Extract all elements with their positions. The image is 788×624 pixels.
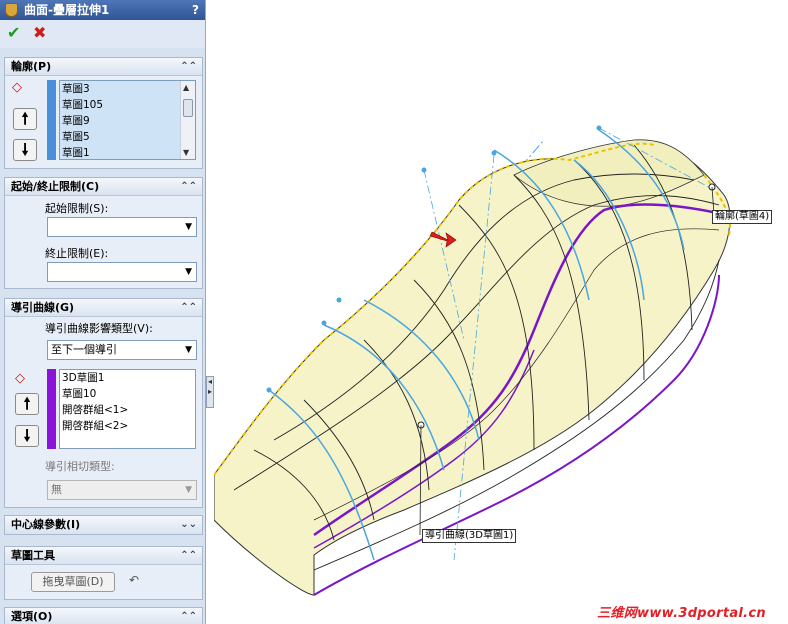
sketch-point [596, 125, 602, 131]
loft-surface [214, 143, 731, 596]
feature-titlebar: 曲面-疊層拉伸1 ? [0, 0, 205, 20]
sketch-point [266, 387, 272, 393]
end-constraint-label: 終止限制(E): [45, 247, 109, 260]
collapse-chevron-icon[interactable]: ⌃⌃ [180, 299, 197, 317]
start-end-group: 起始/終止限制(C) ⌃⌃ 起始限制(S): ▼ 終止限制(E): ▼ [4, 177, 203, 289]
move-up-button[interactable]: 🠕 [13, 108, 37, 130]
guide-color-strip [47, 369, 56, 449]
sketch-point [336, 297, 342, 303]
scroll-down-icon[interactable]: ▼ [183, 148, 189, 157]
options-group-header[interactable]: 選項(O) ⌃⌃ [5, 608, 202, 624]
graphics-viewport[interactable]: 輪廓(草圖4) 導引曲線(3D草圖1) 三维网www.3dportal.cn [214, 0, 788, 624]
scroll-thumb[interactable] [183, 99, 193, 117]
undo-icon[interactable]: ↶ [129, 573, 139, 587]
sketch-tools-group-header[interactable]: 草圖工具 ⌃⌃ [5, 547, 202, 565]
list-item[interactable]: 草圖10 [60, 386, 195, 402]
sketch-tools-group: 草圖工具 ⌃⌃ 拖曳草圖(D) ↶ [4, 546, 203, 600]
feature-title: 曲面-疊層拉伸1 [24, 3, 110, 17]
guide-curve-callout[interactable]: 導引曲線(3D草圖1) [422, 529, 517, 543]
guide-curves-group-header[interactable]: 導引曲線(G) ⌃⌃ [5, 299, 202, 317]
profile-color-strip [47, 80, 56, 160]
help-button[interactable]: ? [192, 0, 199, 20]
profile-group-header[interactable]: 輪廓(P) ⌃⌃ [5, 58, 202, 76]
ok-cancel-row: ✔ ✖ [0, 20, 205, 48]
guide-tangency-value: 無 [51, 483, 62, 496]
list-item[interactable]: 開啓群組<2> [60, 418, 195, 434]
ok-button[interactable]: ✔ [7, 25, 20, 41]
list-item[interactable]: 草圖3 [60, 81, 195, 97]
chevron-down-icon: ▼ [185, 267, 192, 277]
list-item[interactable]: 草圖105 [60, 97, 195, 113]
guide-influence-label: 導引曲線影響類型(V): [45, 322, 153, 335]
sketch-point [421, 167, 427, 173]
chevron-down-icon: ▼ [185, 222, 192, 232]
guide-select-icon: ◇ [15, 371, 25, 386]
centerline-group-header[interactable]: 中心線參數(I) ⌄⌄ [5, 516, 202, 534]
move-up-button[interactable]: 🠕 [15, 393, 39, 415]
start-end-group-title: 起始/終止限制(C) [11, 180, 100, 193]
cancel-button[interactable]: ✖ [33, 25, 46, 41]
start-constraint-select[interactable]: ▼ [47, 217, 197, 237]
options-group: 選項(O) ⌃⌃ [4, 607, 203, 624]
expand-chevron-icon[interactable]: ⌄⌄ [180, 516, 197, 534]
list-item[interactable]: 3D草圖1 [60, 370, 195, 386]
centerline-group: 中心線參數(I) ⌄⌄ [4, 515, 203, 535]
sketch-tools-group-title: 草圖工具 [11, 549, 55, 562]
start-constraint-label: 起始限制(S): [45, 202, 109, 215]
watermark: 三维网www.3dportal.cn [597, 606, 766, 621]
list-item[interactable]: 開啓群組<1> [60, 402, 195, 418]
options-group-title: 選項(O) [11, 610, 53, 623]
scroll-up-icon[interactable]: ▲ [183, 83, 189, 92]
guide-influence-select[interactable]: 至下一個導引 ▼ [47, 340, 197, 360]
profile-group: 輪廓(P) ⌃⌃ ◇ 🠕 🠗 草圖3 草圖105 草圖9 草圖5 草圖1 ▲ ▼ [4, 57, 203, 169]
profile-group-title: 輪廓(P) [11, 60, 52, 73]
guide-tangency-label: 導引相切類型: [45, 460, 115, 473]
guide-tangency-select: 無 ▼ [47, 480, 197, 500]
move-down-button[interactable]: 🠗 [15, 425, 39, 447]
sketch-point [321, 320, 327, 326]
profile-select-icon: ◇ [12, 80, 22, 95]
profile-list[interactable]: 草圖3 草圖105 草圖9 草圖5 草圖1 ▲ ▼ [59, 80, 196, 160]
guide-curves-group-title: 導引曲線(G) [11, 301, 75, 314]
list-item[interactable]: 草圖5 [60, 129, 195, 145]
guide-curve-list[interactable]: 3D草圖1 草圖10 開啓群組<1> 開啓群組<2> [59, 369, 196, 449]
panel-collapse-handle[interactable]: ◂ ▸ [206, 376, 214, 408]
move-down-button[interactable]: 🠗 [13, 139, 37, 161]
collapse-chevron-icon[interactable]: ⌃⌃ [180, 58, 197, 76]
guide-curves-group: 導引曲線(G) ⌃⌃ 導引曲線影響類型(V): 至下一個導引 ▼ ◇ 🠕 🠗 3… [4, 298, 203, 508]
collapse-chevron-icon[interactable]: ⌃⌃ [180, 178, 197, 196]
collapse-chevron-icon[interactable]: ⌃⌃ [180, 547, 197, 565]
centerline-group-title: 中心線參數(I) [11, 518, 81, 531]
list-scrollbar[interactable]: ▲ ▼ [180, 81, 195, 159]
loft-feature-icon [5, 3, 18, 17]
list-item[interactable]: 草圖9 [60, 113, 195, 129]
profile-callout[interactable]: 輪廓(草圖4) [712, 210, 773, 224]
list-item[interactable]: 草圖1 [60, 145, 195, 161]
sketch-point [491, 150, 497, 156]
end-constraint-select[interactable]: ▼ [47, 262, 197, 282]
collapse-chevron-icon[interactable]: ⌃⌃ [180, 608, 197, 624]
chevron-down-icon: ▼ [185, 345, 192, 355]
start-end-group-header[interactable]: 起始/終止限制(C) ⌃⌃ [5, 178, 202, 196]
drag-sketch-button[interactable]: 拖曳草圖(D) [31, 572, 115, 592]
property-manager: 曲面-疊層拉伸1 ? ✔ ✖ 輪廓(P) ⌃⌃ ◇ 🠕 🠗 草圖3 草圖105 … [0, 0, 206, 624]
guide-influence-value: 至下一個導引 [51, 343, 117, 356]
chevron-down-icon: ▼ [185, 485, 192, 495]
